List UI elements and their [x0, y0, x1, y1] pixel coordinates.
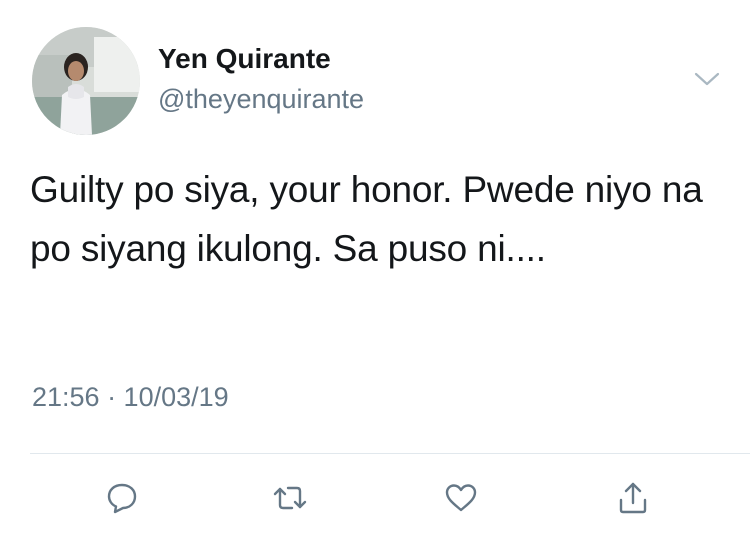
reply-icon [107, 483, 137, 514]
author-name[interactable]: Yen Quirante [158, 43, 331, 75]
reply-button[interactable] [102, 478, 142, 518]
tweet-text: Guilty po siya, your honor. Pwede niyo n… [30, 169, 703, 269]
retweet-icon [273, 486, 307, 510]
like-button[interactable] [441, 478, 481, 518]
heart-icon [445, 484, 477, 512]
avatar[interactable] [32, 27, 140, 135]
chevron-down-icon[interactable] [693, 70, 721, 88]
author-handle[interactable]: @theyenquirante [158, 84, 364, 115]
divider [30, 453, 750, 454]
action-bar [0, 472, 750, 522]
tweet-timestamp[interactable]: 21:56 · 10/03/19 [32, 382, 229, 413]
share-button[interactable] [613, 478, 653, 518]
avatar-image [32, 27, 140, 135]
share-icon [619, 482, 647, 514]
retweet-button[interactable] [270, 478, 310, 518]
